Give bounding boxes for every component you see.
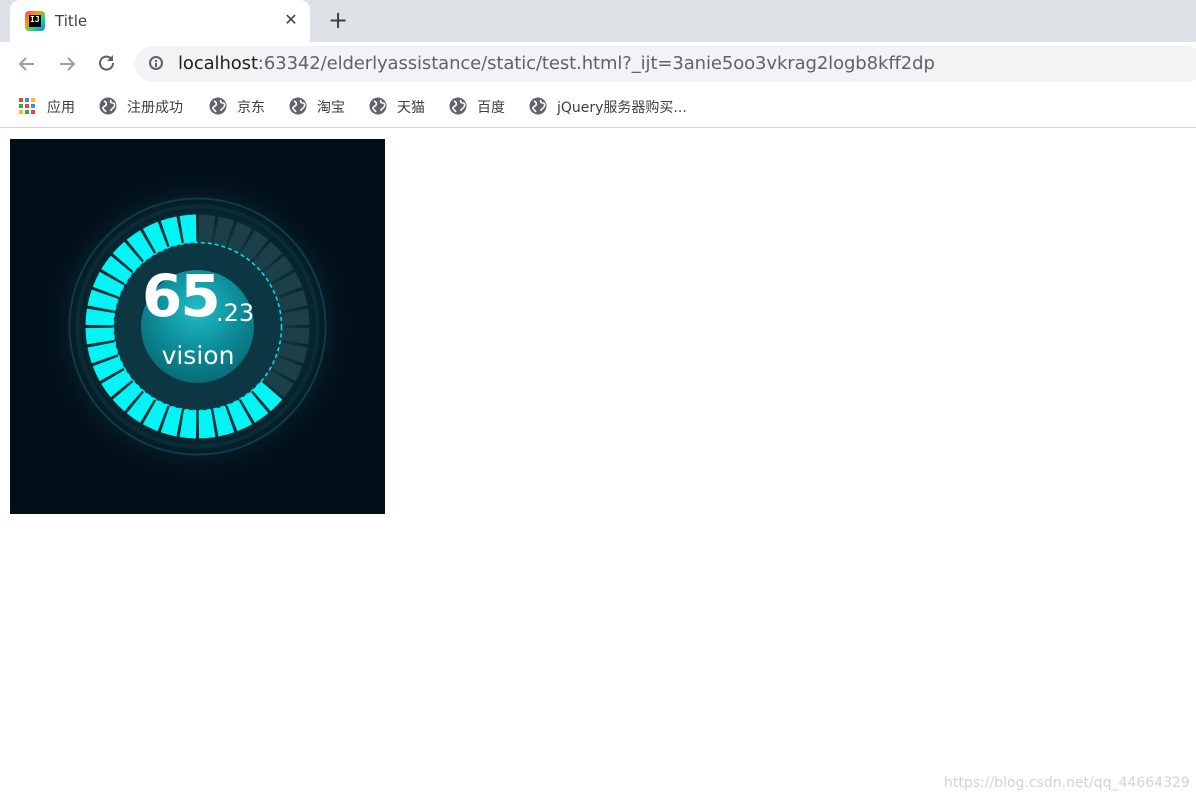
bookmark-item[interactable]: 淘宝 (289, 96, 359, 116)
globe-icon (449, 97, 467, 115)
gauge-value-integer: 65 (142, 262, 221, 330)
apps-grid-icon (19, 98, 35, 114)
globe-icon (99, 97, 117, 115)
new-tab-button[interactable]: + (325, 8, 351, 34)
browser-tab[interactable]: IJ Title ✕ (10, 0, 310, 42)
url-host: localhost (178, 53, 258, 74)
intellij-favicon-icon: IJ (25, 11, 45, 31)
back-arrow-icon[interactable] (14, 51, 40, 77)
watermark: https://blog.csdn.net/qq_44664329 (944, 775, 1190, 791)
bookmark-label: 注册成功 (127, 100, 183, 116)
reload-icon[interactable] (94, 51, 120, 77)
bookmark-label: jQuery服务器购买... (557, 100, 687, 116)
bookmark-item[interactable]: 天猫 (369, 96, 439, 116)
bookmark-label: 京东 (237, 100, 265, 116)
close-icon[interactable]: ✕ (280, 9, 302, 31)
bookmark-label: 百度 (477, 100, 505, 116)
bookmark-label: 应用 (47, 100, 75, 116)
bookmark-item[interactable]: 注册成功 (99, 96, 199, 116)
forward-arrow-icon[interactable] (54, 51, 80, 77)
gauge-label: vision (161, 341, 235, 370)
gauge-value-decimal: .23 (216, 299, 255, 327)
url-path: :63342/elderlyassistance/static/test.htm… (257, 53, 935, 74)
site-info-icon[interactable] (149, 56, 163, 70)
bookmark-item[interactable]: 百度 (449, 96, 519, 116)
tab-title: Title (55, 12, 88, 30)
globe-icon (369, 97, 387, 115)
bookmark-item[interactable]: jQuery服务器购买... (529, 96, 704, 116)
bookmark-item[interactable]: 京东 (209, 96, 279, 116)
bookmark-apps[interactable]: 应用 (19, 96, 89, 116)
url-text[interactable]: localhost:63342/elderlyassistance/static… (178, 53, 935, 74)
tab-strip: IJ Title ✕ + (0, 0, 1196, 42)
globe-icon (529, 97, 547, 115)
bookmark-label: 淘宝 (317, 100, 345, 116)
globe-icon (209, 97, 227, 115)
bookmarks-bar: 应用 注册成功 京东 淘宝 天猫 百度 jQuery服务器购买... (0, 86, 1196, 128)
bookmark-label: 天猫 (397, 100, 425, 116)
gauge-canvas: 65 .23 vision (10, 139, 385, 514)
browser-toolbar: localhost:63342/elderlyassistance/static… (0, 42, 1196, 86)
globe-icon (289, 97, 307, 115)
address-bar[interactable]: localhost:63342/elderlyassistance/static… (135, 46, 1196, 82)
